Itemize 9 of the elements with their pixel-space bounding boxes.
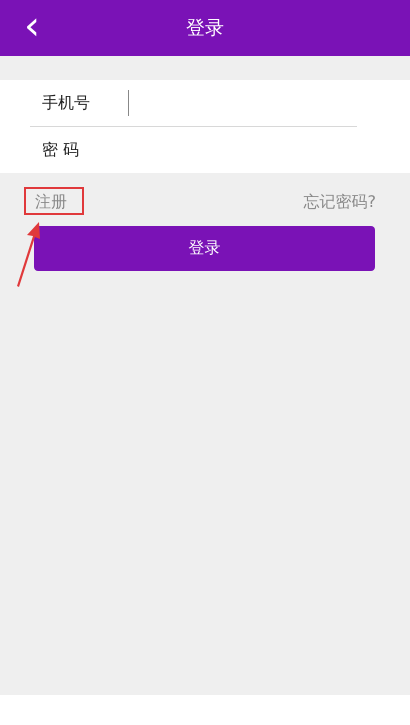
- field-label: 密 码: [42, 140, 80, 160]
- input-field[interactable]: 手机号: [30, 80, 357, 127]
- text-cursor: [128, 90, 129, 116]
- field-label: 手机号: [42, 92, 91, 114]
- page-title: 登录: [186, 16, 224, 41]
- input-field[interactable]: 密 码: [30, 127, 357, 173]
- highlight-box: [24, 187, 84, 215]
- login-button[interactable]: 登录: [34, 226, 375, 271]
- back-button[interactable]: ‹: [24, 6, 40, 46]
